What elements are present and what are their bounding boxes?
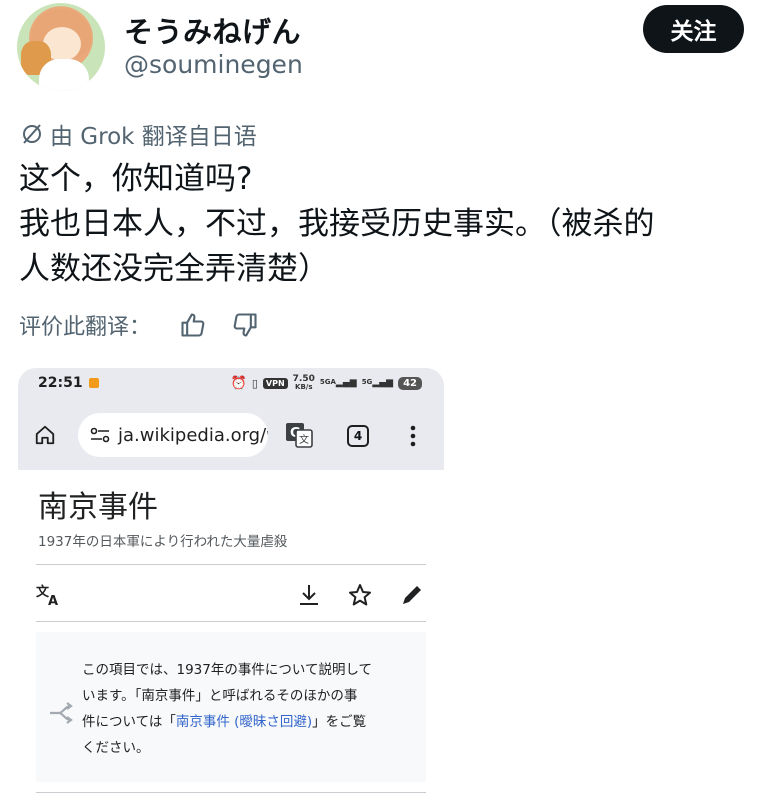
- thumbs-up-button[interactable]: [177, 309, 209, 341]
- disambiguation-icon: [50, 702, 73, 724]
- divider: [36, 621, 426, 622]
- notification-dot-icon: [88, 378, 99, 388]
- status-time: 22:51: [38, 375, 83, 391]
- svg-text:文: 文: [299, 433, 309, 446]
- home-icon[interactable]: [34, 424, 56, 446]
- post-line: 这个，你知道吗?: [19, 161, 253, 197]
- wikipedia-article: 南京事件 1937年の日本軍により行われた大量虐殺 文 A この項目では、193…: [18, 482, 444, 793]
- article-title: 南京事件: [38, 490, 158, 525]
- grok-icon: [23, 124, 41, 144]
- site-settings-icon[interactable]: [90, 427, 110, 443]
- alarm-icon: ⏰: [230, 375, 247, 391]
- speed-readout: 7.50 KB/s: [292, 374, 315, 392]
- thumbs-up-icon: [181, 313, 205, 337]
- signal-5g-icon: 5G▂▄▆: [361, 378, 394, 388]
- translation-source: 由 Grok 翻译自日语: [20, 117, 257, 151]
- browser-toolbar: ja.wikipedia.org/w G 文 4: [18, 398, 444, 470]
- edit-pencil-icon[interactable]: [400, 583, 424, 607]
- attached-screenshot[interactable]: 22:51 ⏰ ▯ VPN 7.50 KB/s 5GA▂▄▆ 5G▂▄▆ 42: [18, 368, 444, 800]
- tab-switcher-button[interactable]: 4: [347, 425, 369, 447]
- thumbs-down-button[interactable]: [229, 309, 261, 341]
- post-line: 人数还没完全弄清楚）: [19, 251, 329, 287]
- rate-label: 评价此翻译：: [19, 315, 152, 340]
- phone-status-bar: 22:51 ⏰ ▯ VPN 7.50 KB/s 5GA▂▄▆ 5G▂▄▆ 42: [18, 368, 444, 398]
- vpn-badge: VPN: [262, 377, 288, 389]
- signal-5ga-icon: 5GA▂▄▆: [319, 378, 357, 388]
- article-toolbar: 文 A: [36, 565, 426, 621]
- user-handle[interactable]: @souminegen: [124, 50, 303, 79]
- translate-page-icon[interactable]: G 文: [284, 420, 314, 450]
- divider: [36, 792, 426, 793]
- hatnote-text: この項目では、1937年の事件について説明して います。「南京事件」と呼ばれるそ…: [82, 662, 373, 756]
- more-menu-icon[interactable]: [408, 424, 418, 448]
- language-icon[interactable]: 文 A: [36, 583, 62, 607]
- address-bar[interactable]: ja.wikipedia.org/w: [78, 413, 268, 457]
- follow-button[interactable]: 关注: [643, 5, 744, 53]
- url-text: ja.wikipedia.org/w: [118, 424, 268, 446]
- post-text: 这个，你知道吗? 我也日本人，不过，我接受历史事实。（被杀的 人数还没完全弄清楚…: [19, 157, 759, 292]
- translation-label: 由 Grok 翻译自日语: [50, 124, 257, 150]
- battery-icon: 42: [398, 376, 422, 390]
- disambiguation-link[interactable]: 南京事件 (曖昧さ回避): [176, 714, 312, 730]
- svg-text:A: A: [48, 594, 58, 607]
- vibrate-icon: ▯: [251, 376, 258, 390]
- status-icons: ⏰ ▯ VPN 7.50 KB/s 5GA▂▄▆ 5G▂▄▆ 42: [231, 375, 422, 391]
- avatar[interactable]: [17, 3, 105, 91]
- post-line: 我也日本人，不过，我接受历史事实。（被杀的: [19, 206, 655, 242]
- thumbs-down-icon: [233, 313, 257, 337]
- rate-translation: 评价此翻译：: [19, 309, 261, 341]
- star-icon[interactable]: [348, 583, 372, 607]
- disambiguation-hatnote: この項目では、1937年の事件について説明して います。「南京事件」と呼ばれるそ…: [36, 632, 426, 782]
- article-subtitle: 1937年の日本軍により行われた大量虐殺: [38, 534, 288, 550]
- display-name[interactable]: そうみねげん: [124, 9, 301, 51]
- download-icon[interactable]: [298, 583, 320, 607]
